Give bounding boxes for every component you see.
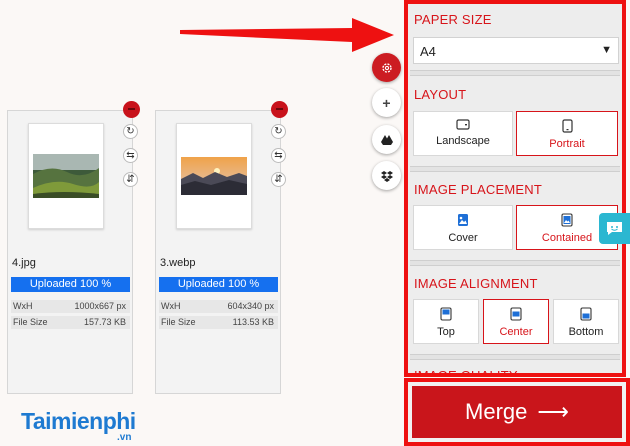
file-name: 3.webp: [160, 257, 196, 269]
merge-button[interactable]: Merge ⟶: [412, 386, 622, 438]
swap-horizontal-icon[interactable]: ⇆: [271, 148, 286, 163]
upload-status: Uploaded 100 %: [11, 277, 130, 292]
annotation-arrow: [180, 18, 394, 52]
landscape-image: [33, 154, 99, 198]
rotate-icon[interactable]: ↻: [271, 124, 286, 139]
placement-cover-option[interactable]: Cover: [413, 205, 513, 250]
section-divider: [410, 70, 620, 76]
options-panel: PAPER SIZE A4 ▼ LAYOUT Landscape Portrai…: [404, 0, 626, 377]
merge-label: Merge: [465, 399, 528, 424]
file-card[interactable]: ↻ ⇆ ⇵ 3.webp Uploaded 100 % WxH 604x340 …: [155, 101, 288, 394]
watermark-logo: Taimienphi: [21, 408, 136, 434]
image-alignment-title: IMAGE ALIGNMENT: [414, 276, 538, 291]
paper-size-title: PAPER SIZE: [414, 12, 492, 27]
remove-file-button[interactable]: [123, 101, 140, 118]
size-value: 113.53 KB: [232, 317, 274, 327]
settings-button[interactable]: [372, 53, 401, 82]
file-name: 4.jpg: [12, 257, 36, 269]
paper-size-value: A4: [420, 44, 436, 59]
file-size: File Size 113.53 KB: [159, 316, 278, 329]
add-file-button[interactable]: +: [372, 88, 401, 117]
section-divider: [410, 260, 620, 266]
option-label: Portrait: [549, 138, 585, 150]
merge-highlight: Merge ⟶: [404, 378, 630, 446]
layout-title: LAYOUT: [414, 87, 467, 102]
google-drive-icon: [380, 134, 393, 145]
size-label: File Size: [161, 317, 196, 327]
option-label: Cover: [448, 232, 478, 244]
layout-landscape-option[interactable]: Landscape: [413, 111, 513, 156]
file-size: File Size 157.73 KB: [11, 316, 130, 329]
rotate-icon[interactable]: ↻: [123, 124, 138, 139]
settings-icon: [381, 62, 392, 73]
file-card[interactable]: ↻ ⇆ ⇵ 4.jpg Uploaded 100 % WxH 1000x667 …: [7, 101, 140, 394]
option-label: Top: [437, 326, 455, 338]
alignment-bottom-option[interactable]: Bottom: [553, 299, 619, 344]
image-quality-title: IMAGE QUALITY: [414, 368, 518, 377]
chat-support-button[interactable]: [599, 213, 630, 244]
portrait-icon: [561, 119, 573, 133]
file-dimensions: WxH 1000x667 px: [11, 300, 130, 313]
option-label: Center: [499, 326, 533, 338]
alignment-top-option[interactable]: Top: [413, 299, 479, 344]
plus-icon: +: [382, 94, 391, 111]
remove-file-button[interactable]: [271, 101, 288, 118]
upload-status: Uploaded 100 %: [159, 277, 278, 292]
file-dimensions: WxH 604x340 px: [159, 300, 278, 313]
layout-portrait-option[interactable]: Portrait: [516, 111, 618, 156]
landscape-icon: [456, 119, 470, 130]
arrow-right-icon: ⟶: [537, 399, 569, 424]
size-label: File Size: [13, 317, 48, 327]
dimensions-value: 1000x667 px: [74, 301, 126, 311]
dimensions-value: 604x340 px: [227, 301, 274, 311]
cover-icon: [458, 214, 468, 226]
dropbox-icon: [380, 170, 393, 182]
swap-vertical-icon[interactable]: ⇵: [123, 172, 138, 187]
alignment-center-option[interactable]: Center: [483, 299, 549, 344]
dropbox-button[interactable]: [372, 161, 401, 190]
contained-icon: [561, 213, 573, 227]
align-bottom-icon: [580, 307, 592, 321]
swap-vertical-icon[interactable]: ⇵: [271, 172, 286, 187]
image-placement-title: IMAGE PLACEMENT: [414, 182, 542, 197]
align-center-icon: [510, 307, 522, 321]
align-top-icon: [440, 307, 452, 321]
file-thumbnail: [176, 123, 252, 229]
google-drive-button[interactable]: [372, 125, 401, 154]
size-value: 157.73 KB: [83, 317, 126, 327]
watermark-tld: .vn: [117, 432, 132, 443]
dimensions-label: WxH: [161, 301, 181, 311]
section-divider: [410, 166, 620, 172]
dimensions-label: WxH: [13, 301, 33, 311]
file-thumbnail: [28, 123, 104, 229]
chat-icon: [607, 222, 622, 235]
chevron-down-icon: ▼: [601, 44, 612, 56]
option-label: Landscape: [436, 135, 490, 147]
section-divider: [410, 354, 620, 360]
sunset-image: [181, 157, 247, 195]
paper-size-select[interactable]: A4 ▼: [413, 37, 619, 64]
swap-horizontal-icon[interactable]: ⇆: [123, 148, 138, 163]
option-label: Bottom: [568, 326, 604, 338]
